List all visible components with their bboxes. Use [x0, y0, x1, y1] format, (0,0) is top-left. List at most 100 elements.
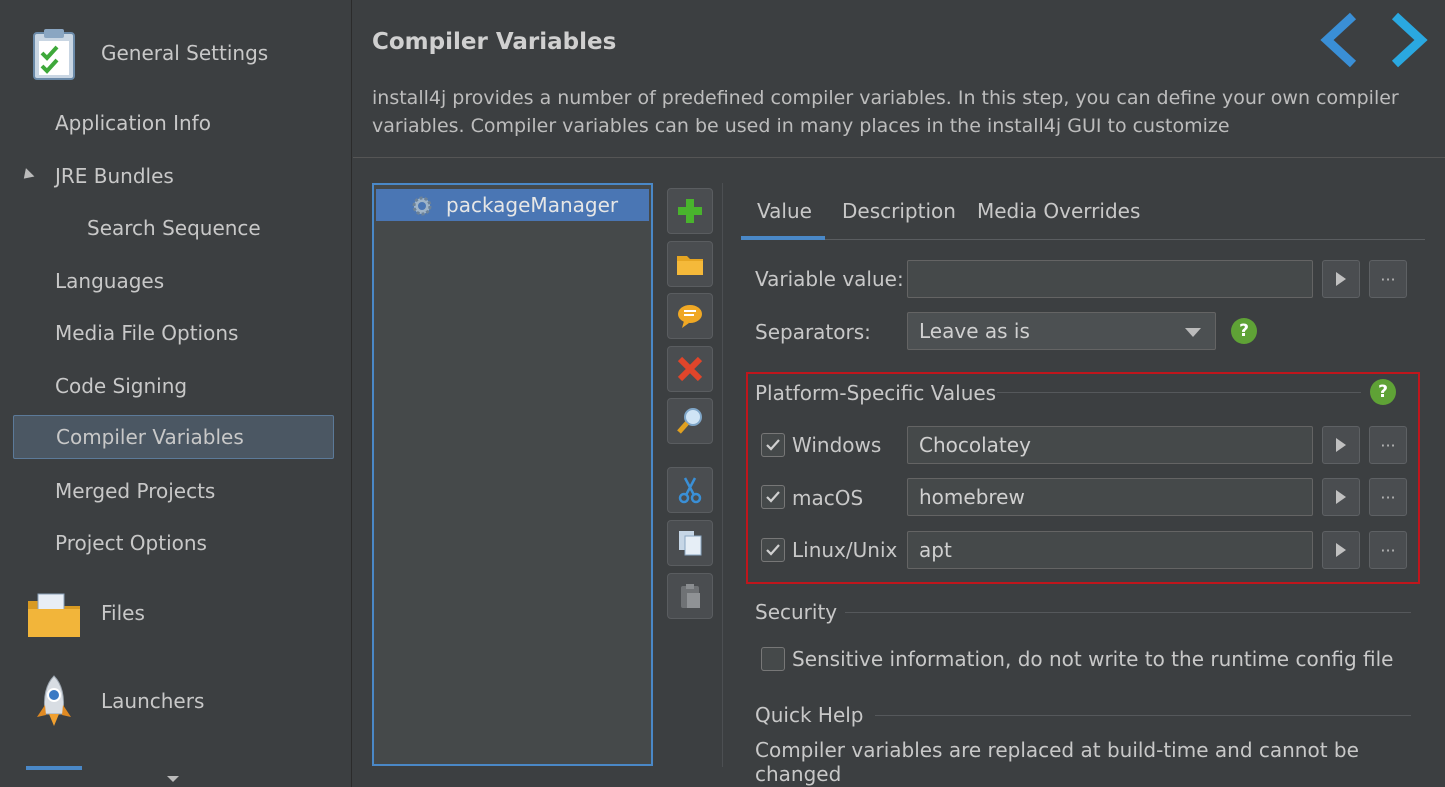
linux-checkbox[interactable] [761, 538, 785, 562]
sidebar-category-files[interactable]: Files [0, 578, 352, 648]
help-icon[interactable]: ? [1231, 318, 1257, 344]
add-icon [678, 199, 702, 223]
vertical-separator [722, 183, 723, 767]
group-divider [875, 715, 1411, 716]
sidebar-item-merged-projects[interactable]: Merged Projects [13, 469, 334, 513]
separators-select[interactable]: Leave as is [907, 312, 1216, 350]
macos-label: macOS [792, 486, 864, 510]
paste-icon [681, 584, 700, 608]
windows-value-input[interactable]: Chocolatey [907, 426, 1313, 464]
sidebar-item-project-options[interactable]: Project Options [13, 521, 334, 565]
active-tab-indicator [741, 236, 825, 240]
windows-insert-button[interactable] [1322, 426, 1360, 464]
windows-checkbox[interactable] [761, 433, 785, 457]
sensitive-info-label: Sensitive information, do not write to t… [792, 647, 1394, 671]
comment-button[interactable] [667, 293, 713, 339]
linux-insert-button[interactable] [1322, 531, 1360, 569]
linux-value-input[interactable]: apt [907, 531, 1313, 569]
variable-value-label: Variable value: [755, 267, 904, 291]
expand-triangle-icon[interactable] [19, 168, 35, 183]
folder-icon [28, 593, 80, 637]
sidebar-category-launchers[interactable]: Launchers [0, 666, 352, 736]
add-group-button[interactable] [667, 241, 713, 287]
variable-list-item[interactable]: packageManager [376, 189, 649, 221]
copy-icon [679, 531, 702, 556]
group-divider [997, 392, 1361, 393]
cut-icon [678, 477, 702, 504]
sidebar-item-media-file-options[interactable]: Media File Options [13, 311, 334, 355]
sidebar-category-general-settings[interactable]: General Settings [0, 18, 352, 88]
sidebar-item-application-info[interactable]: Application Info [13, 101, 334, 145]
find-usages-button[interactable] [667, 398, 713, 444]
check-icon [766, 491, 780, 503]
folder-icon [677, 256, 703, 275]
cut-button[interactable] [667, 467, 713, 513]
play-icon [1336, 490, 1346, 504]
check-icon [766, 544, 780, 556]
back-arrow-icon[interactable] [1319, 12, 1359, 68]
play-icon [1336, 438, 1346, 452]
chevron-down-icon [1185, 328, 1201, 337]
windows-label: Windows [792, 433, 882, 457]
paste-button[interactable] [667, 573, 713, 619]
main-panel: Compiler Variables install4j provides a … [353, 0, 1445, 787]
comment-icon [678, 305, 702, 328]
tab-description[interactable]: Description [842, 199, 956, 223]
variable-list[interactable]: packageManager [372, 183, 653, 766]
sidebar-item-label: Compiler Variables [56, 425, 244, 449]
sidebar-item-label: Languages [55, 269, 165, 293]
sidebar-item-label: Merged Projects [55, 479, 216, 503]
separators-selected-value: Leave as is [919, 319, 1030, 343]
sensitive-info-checkbox[interactable] [761, 647, 785, 671]
quick-help-title: Quick Help [755, 703, 864, 727]
sidebar-item-label: Code Signing [55, 374, 188, 398]
sidebar-item-label: Media File Options [55, 321, 239, 345]
partial-category-icon [26, 766, 82, 770]
add-variable-button[interactable] [667, 188, 713, 234]
sidebar-category-label: Files [101, 601, 145, 625]
variable-value-edit-button[interactable]: ··· [1369, 260, 1407, 298]
macos-insert-button[interactable] [1322, 478, 1360, 516]
linux-label: Linux/Unix [792, 538, 898, 562]
variable-list-item-label: packageManager [446, 193, 619, 217]
quick-help-text: Compiler variables are replaced at build… [755, 738, 1359, 786]
copy-button[interactable] [667, 520, 713, 566]
macos-checkbox[interactable] [761, 485, 785, 509]
variable-value-input[interactable] [907, 260, 1313, 298]
sidebar-category-label: General Settings [101, 41, 269, 65]
gear-icon [412, 196, 432, 216]
play-icon [1336, 272, 1346, 286]
sidebar-item-label: Search Sequence [87, 216, 261, 240]
page-description: install4j provides a number of predefine… [372, 87, 1399, 137]
forward-arrow-icon[interactable] [1389, 12, 1429, 68]
group-divider [845, 612, 1411, 613]
tab-rule [741, 239, 1425, 240]
sidebar-item-search-sequence[interactable]: Search Sequence [13, 206, 334, 250]
delete-icon [677, 356, 703, 382]
tab-media-overrides[interactable]: Media Overrides [977, 199, 1140, 223]
sidebar-item-label: JRE Bundles [55, 164, 174, 188]
macos-value-input[interactable]: homebrew [907, 478, 1313, 516]
windows-edit-button[interactable]: ··· [1369, 426, 1407, 464]
check-icon [766, 439, 780, 451]
platform-group-title: Platform-Specific Values [755, 381, 997, 405]
play-icon [1336, 543, 1346, 557]
sidebar-item-languages[interactable]: Languages [13, 259, 334, 303]
separators-label: Separators: [755, 320, 871, 344]
macos-edit-button[interactable]: ··· [1369, 478, 1407, 516]
sidebar-category-label: Launchers [101, 689, 205, 713]
sidebar-item-compiler-variables[interactable]: Compiler Variables [13, 415, 334, 459]
sidebar-item-jre-bundles[interactable]: JRE Bundles [13, 154, 334, 198]
delete-button[interactable] [667, 346, 713, 392]
sidebar-item-label: Project Options [55, 531, 207, 555]
help-icon[interactable]: ? [1370, 379, 1396, 405]
variable-value-insert-button[interactable] [1322, 260, 1360, 298]
tab-value[interactable]: Value [757, 199, 812, 223]
sidebar-item-code-signing[interactable]: Code Signing [13, 364, 334, 408]
linux-edit-button[interactable]: ··· [1369, 531, 1407, 569]
sidebar: General Settings Application Info JRE Bu… [0, 0, 352, 787]
security-group-title: Security [755, 600, 838, 624]
header-separator [353, 157, 1445, 158]
sidebar-item-label: Application Info [55, 111, 211, 135]
scroll-down-caret-icon[interactable] [167, 776, 179, 782]
